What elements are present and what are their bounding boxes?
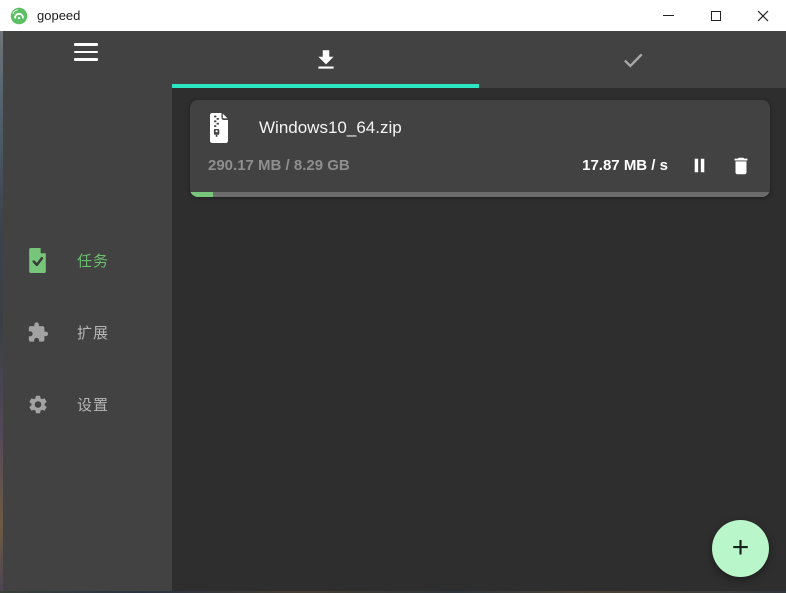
task-size-progress: 290.17 MB / 8.29 GB [208,157,350,174]
task-card-status: 290.17 MB / 8.29 GB 17.87 MB / s [190,143,770,177]
check-icon [623,53,643,68]
trash-icon [734,157,748,174]
minimize-icon [663,14,674,17]
sidebar-item-tasks[interactable]: 任务 [0,236,172,284]
menu-icon[interactable] [74,43,98,61]
titlebar: gopeed [0,0,786,31]
maximize-icon [710,10,721,21]
close-button[interactable] [739,0,786,31]
pause-icon [694,158,705,173]
progress-bar [190,192,770,197]
progress-fill [190,192,214,197]
close-icon [757,10,768,21]
window-title: gopeed [37,8,81,23]
task-document-check-icon [27,247,49,273]
sidebar-item-extensions[interactable]: 扩展 [0,308,172,356]
gopeed-window: gopeed 任务 扩展 设置 Windows10_64.zip 290.17 … [0,0,786,593]
sidebar-item-label: 扩展 [77,324,110,342]
tab-downloading[interactable] [172,31,479,88]
add-task-button[interactable]: + [712,520,769,577]
zip-file-icon [208,113,230,143]
delete-button[interactable] [730,155,752,177]
task-list: Windows10_64.zip 290.17 MB / 8.29 GB 17.… [172,88,786,593]
sidebar-item-settings[interactable]: 设置 [0,380,172,428]
active-tab-indicator [172,84,479,88]
download-icon [317,49,334,69]
task-speed: 17.87 MB / s [582,157,668,174]
sidebar-item-label: 任务 [77,252,110,270]
pause-button[interactable] [688,154,711,177]
sidebar-nav: 任务 扩展 设置 [0,236,172,452]
window-controls [645,0,786,31]
minimize-button[interactable] [645,0,692,31]
sidebar-item-label: 设置 [77,396,110,414]
maximize-button[interactable] [692,0,739,31]
task-card[interactable]: Windows10_64.zip 290.17 MB / 8.29 GB 17.… [190,100,770,197]
tab-completed[interactable] [479,31,786,88]
task-card-header: Windows10_64.zip [190,100,770,143]
plus-icon: + [731,530,750,564]
app-logo-icon [10,7,28,25]
sidebar: 任务 扩展 设置 [0,31,172,593]
task-filename: Windows10_64.zip [259,118,402,137]
tab-bar [172,31,786,88]
puzzle-piece-icon [27,319,49,345]
gear-icon [27,391,49,417]
